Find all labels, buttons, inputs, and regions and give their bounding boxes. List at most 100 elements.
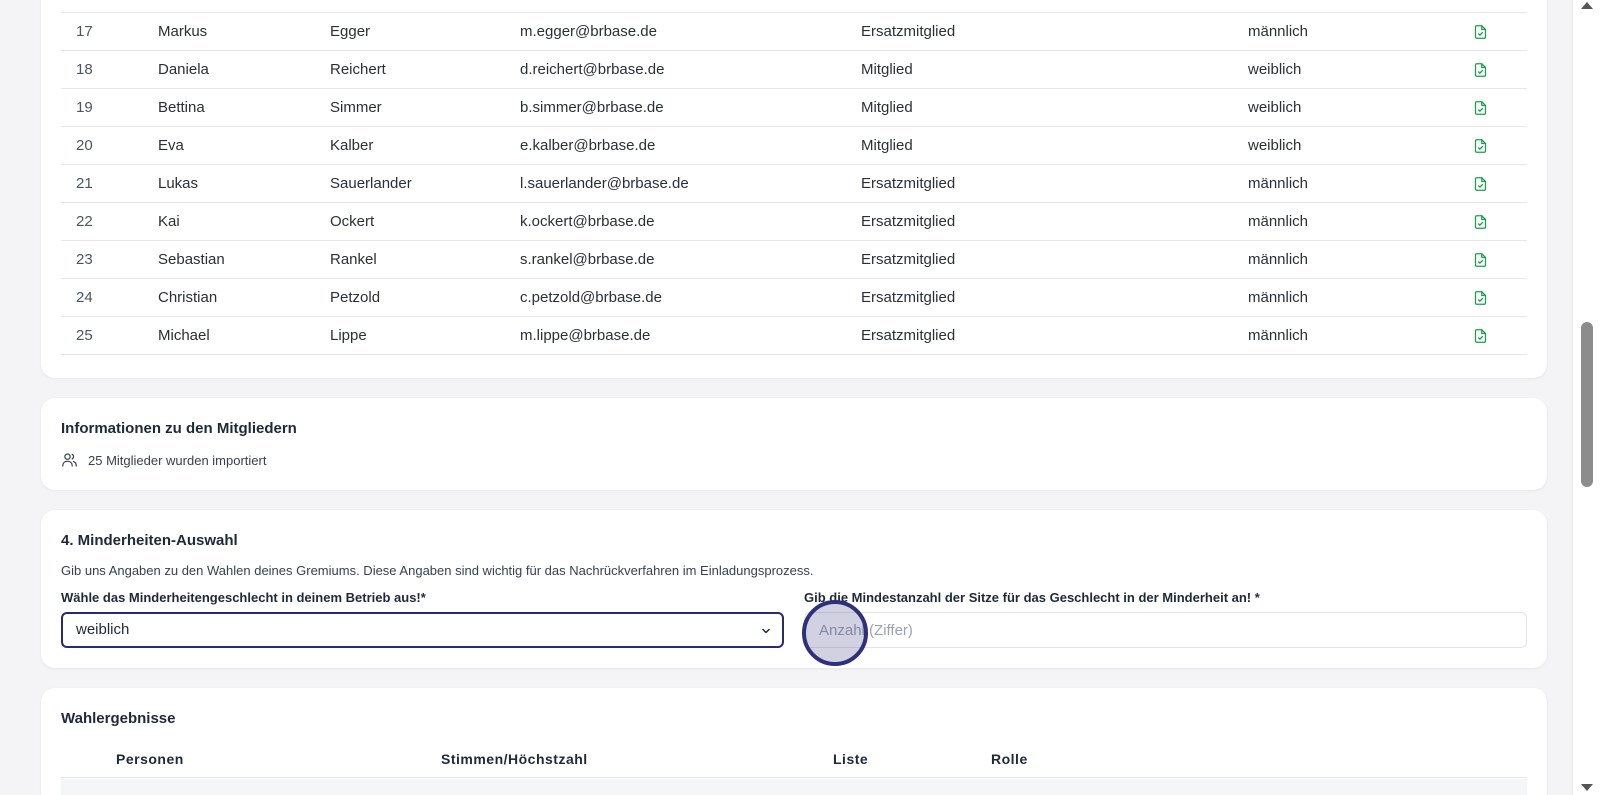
- file-check-icon[interactable]: [1473, 127, 1489, 165]
- page-viewport: p....@brbase.deErsatzmitgliedmännlich 17 M…: [0, 0, 1572, 795]
- chevron-down-icon: [762, 628, 770, 634]
- cell-role: Ersatzmitglied: [861, 289, 956, 306]
- table-row: p....@brbase.deErsatzmitgliedmännlich: [61, 0, 1527, 13]
- file-check-icon[interactable]: [1473, 13, 1489, 51]
- cell-last-name: Lippe: [330, 327, 367, 344]
- table-row: 24 Christian Petzold c.petzold@brbase.de Ers…: [61, 279, 1527, 317]
- cell-last-name: Simmer: [330, 99, 382, 116]
- minimum-seats-input[interactable]: [804, 612, 1527, 648]
- cell-email: k.ockert@brbase.de: [520, 213, 655, 230]
- table-row: 21 Lukas Sauerlander l.sauerlander@brbase.d…: [61, 165, 1527, 203]
- cell-nr: 17: [76, 23, 93, 40]
- cell-gender: männlich: [1248, 289, 1309, 306]
- cell-gender: männlich: [1248, 213, 1309, 230]
- cell-first-name: Bettina: [158, 99, 205, 116]
- cell-role: Ersatzmitglied: [861, 213, 956, 230]
- cell-gender: weiblich: [1248, 99, 1302, 116]
- vertical-scrollbar[interactable]: [1572, 0, 1600, 795]
- file-check-icon[interactable]: [1473, 241, 1489, 279]
- cell-last-name: Egger: [330, 23, 371, 40]
- cell-nr: 22: [76, 213, 93, 230]
- cell-role: Ersatzmitglied: [861, 327, 956, 344]
- results-title: Wahlergebnisse: [61, 710, 176, 727]
- cell-role: Mitglied: [861, 137, 913, 154]
- import-status: 25 Mitglieder wurden importiert: [61, 452, 266, 468]
- cell-nr: 21: [76, 175, 93, 192]
- cell-gender: männlich: [1248, 251, 1309, 268]
- cell-first-name: Eva: [158, 137, 184, 154]
- cell-gender: männlich: [1248, 175, 1309, 192]
- users-icon: [62, 453, 77, 467]
- column-header-rolle: Rolle: [991, 751, 1028, 767]
- cell-gender: männlich: [1248, 327, 1309, 344]
- table-row: 19 Bettina Simmer b.simmer@brbase.de Mitglie…: [61, 89, 1527, 127]
- cell-first-name: Markus: [158, 23, 208, 40]
- cell-role: Ersatzmitglied: [861, 251, 956, 268]
- cell-nr: 20: [76, 137, 93, 154]
- members-table: p....@brbase.deErsatzmitgliedmännlich 17 M…: [61, 0, 1527, 355]
- cell-nr: 24: [76, 289, 93, 306]
- cell-nr: 23: [76, 251, 93, 268]
- table-row: 20 Eva Kalber e.kalber@brbase.de Mitglied wei…: [61, 127, 1527, 165]
- cell-gender: weiblich: [1248, 137, 1302, 154]
- cell-last-name: Ockert: [330, 213, 375, 230]
- cell-last-name: Rankel: [330, 251, 377, 268]
- minority-gender-select[interactable]: weiblich: [61, 612, 784, 648]
- cell-first-name: Lukas: [158, 175, 199, 192]
- table-row[interactable]: [61, 779, 1527, 795]
- column-header-personen: Personen: [116, 751, 184, 767]
- cell-gender: männlich: [1248, 23, 1309, 40]
- cell-email: c.petzold@brbase.de: [520, 289, 662, 306]
- file-check-icon[interactable]: [1473, 165, 1489, 203]
- file-check-icon[interactable]: [1473, 317, 1489, 355]
- election-results-card: Wahlergebnisse Personen Stimmen/Höchstza…: [41, 688, 1547, 795]
- import-status-text: 25 Mitglieder wurden importiert: [88, 452, 267, 468]
- cell-role: Mitglied: [861, 61, 913, 78]
- results-table-header: Personen Stimmen/Höchstzahl Liste Rolle: [61, 740, 1527, 778]
- cell-nr: 25: [76, 327, 93, 344]
- members-card: p....@brbase.deErsatzmitgliedmännlich 17 M…: [41, 0, 1547, 378]
- column-header-liste: Liste: [833, 751, 869, 767]
- table-row: 22 Kai Ockert k.ockert@brbase.de Ersatzmitgl…: [61, 203, 1527, 241]
- cell-last-name: Reichert: [330, 61, 386, 78]
- scroll-down-arrow[interactable]: [1581, 784, 1593, 791]
- cell-email: m.egger@brbase.de: [520, 23, 657, 40]
- column-header-stimmen: Stimmen/Höchstzahl: [441, 751, 588, 767]
- scroll-up-arrow[interactable]: [1581, 2, 1593, 9]
- minority-selection-card: 4. Minderheiten-Auswahl Gib uns Angaben …: [41, 510, 1547, 668]
- minority-gender-label: Wähle das Minderheitengeschlecht in dein…: [61, 590, 426, 605]
- cell-last-name: Sauerlander: [330, 175, 412, 192]
- cell-email: l.sauerlander@brbase.de: [520, 175, 689, 192]
- cell-nr: 19: [76, 99, 93, 116]
- file-check-icon[interactable]: [1473, 89, 1489, 127]
- file-check-icon[interactable]: [1473, 203, 1489, 241]
- file-check-icon[interactable]: [1473, 279, 1489, 317]
- cell-last-name: Kalber: [330, 137, 374, 154]
- minority-description: Gib uns Angaben zu den Wahlen deines Gre…: [61, 563, 814, 578]
- cell-nr: 18: [76, 61, 93, 78]
- file-check-icon[interactable]: [1473, 51, 1489, 89]
- table-row: 23 Sebastian Rankel s.rankel@brbase.de Ersat…: [61, 241, 1527, 279]
- info-title: Informationen zu den Mitgliedern: [61, 420, 297, 437]
- cell-first-name: Sebastian: [158, 251, 225, 268]
- cell-email: s.rankel@brbase.de: [520, 251, 655, 268]
- cell-email: b.simmer@brbase.de: [520, 99, 664, 116]
- cell-email: m.lippe@brbase.de: [520, 327, 651, 344]
- minority-gender-value: weiblich: [76, 621, 130, 638]
- table-row: 25 Michael Lippe m.lippe@brbase.de Ersatzmit…: [61, 317, 1527, 355]
- cell-last-name: Petzold: [330, 289, 381, 306]
- cell-first-name: Christian: [158, 289, 218, 306]
- members-info-card: Informationen zu den Mitgliedern 25 Mitg…: [41, 398, 1547, 490]
- cell-gender: weiblich: [1248, 61, 1302, 78]
- file-check-icon[interactable]: [1473, 0, 1489, 4]
- cell-first-name: Michael: [158, 327, 210, 344]
- cell-role: Ersatzmitglied: [861, 23, 956, 40]
- cell-email: d.reichert@brbase.de: [520, 61, 665, 78]
- cell-first-name: Kai: [158, 213, 180, 230]
- table-row: 17 Markus Egger m.egger@brbase.de Ersatzmitg…: [61, 13, 1527, 51]
- scroll-thumb[interactable]: [1581, 322, 1593, 487]
- cell-email: e.kalber@brbase.de: [520, 137, 656, 154]
- cell-role: Mitglied: [861, 99, 913, 116]
- cell-role: Ersatzmitglied: [861, 175, 956, 192]
- minimum-seats-label: Gib die Mindestanzahl der Sitze für das …: [804, 590, 1260, 605]
